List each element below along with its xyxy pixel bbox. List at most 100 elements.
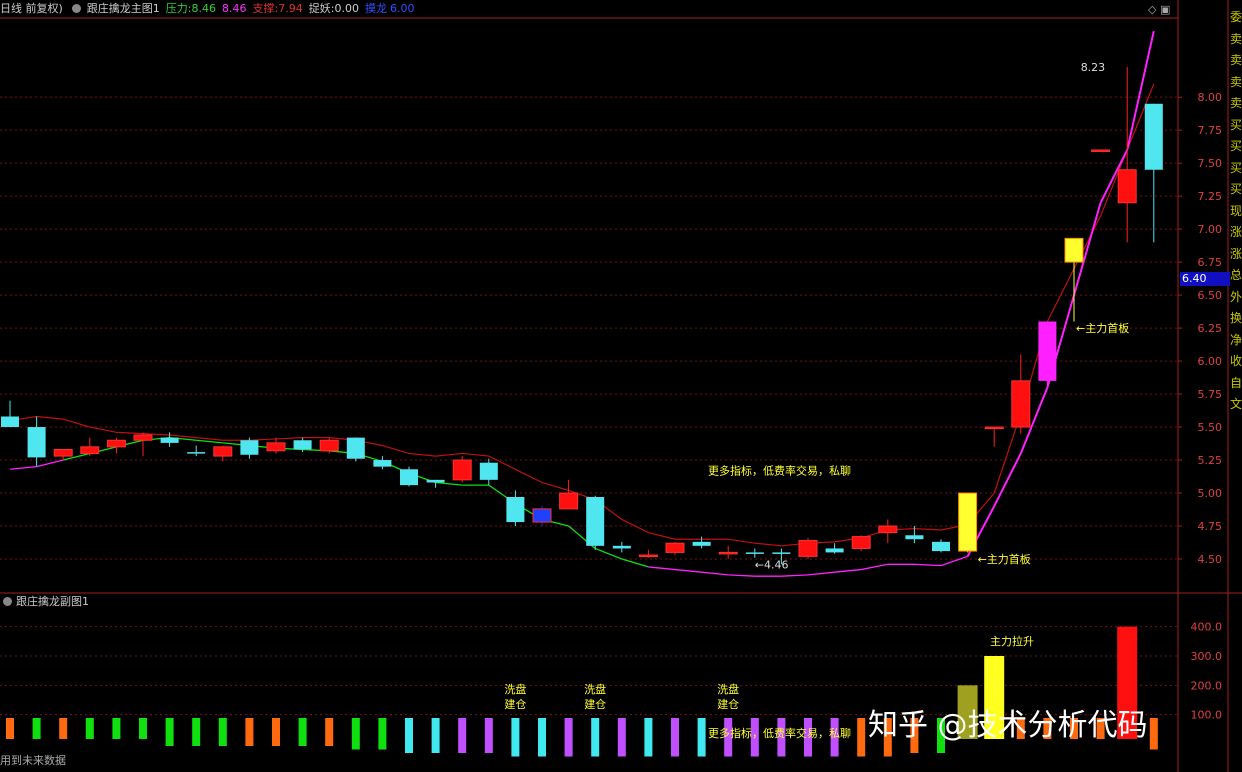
y-tick-label: 5.00 [1198,487,1223,500]
wash-label-2: 建仓 [504,697,526,711]
sub-bar [458,718,467,753]
y-tick-label: 8.00 [1198,91,1223,104]
sub-bar [591,718,600,757]
right-label-char: 收 [1230,354,1242,368]
sub-bar [139,718,147,739]
subpane-title[interactable]: 跟庄擒龙副图1 [16,595,89,608]
indicator-circle-icon[interactable] [71,4,81,13]
candle-body [1144,103,1163,170]
pressure-value: 8.46 [191,2,217,15]
candle-body [798,540,818,557]
candle-body [266,442,286,452]
candle-body [612,545,631,549]
support-line-segment [940,555,968,567]
y-tick-label: 5.25 [1198,454,1223,467]
right-label-char: 总 [1230,268,1242,282]
sub-y-tick-label: 400.0 [1191,621,1223,634]
candle-body [984,426,1004,430]
blue-value: 6.00 [389,2,415,15]
candle-body [373,460,392,467]
right-label-char: 卖 [1230,74,1242,89]
support-value: 7.94 [278,2,303,15]
sub-bar [298,718,307,746]
catch-value: 0.00 [334,2,359,15]
candle-body [1064,237,1084,263]
candle-body [1117,169,1137,204]
y-tick-label: 4.75 [1198,520,1223,533]
support-line-segment [861,563,888,571]
y-tick-label: 7.50 [1198,157,1223,170]
candle-body [106,439,126,448]
candle-body [1091,149,1111,152]
candle-body [1038,321,1057,381]
ambush-annotation: 伏 [992,681,1003,695]
candle-body [319,439,339,452]
wash-label-1: 洗盘 [504,682,526,696]
sub-bar [431,718,440,753]
right-label-char: 委 [1230,10,1242,24]
candle-body [745,552,764,554]
sub-bar [644,718,653,757]
diamond-icon[interactable]: ◇ [1148,3,1156,16]
y-tick-label: 5.50 [1198,421,1223,434]
candle-body [133,434,153,441]
candle-body [80,446,100,454]
candle-body [160,437,179,443]
y-tick-label: 6.25 [1198,322,1223,335]
candle-body [506,496,525,523]
panel-icon[interactable]: ▣ [1160,3,1170,16]
sub-bar [85,718,94,739]
wash-label-2: 建仓 [717,697,739,711]
sub-bar [325,718,334,746]
candle-body [1,416,19,428]
sub-y-tick-label: 300.0 [1191,650,1223,663]
right-label-char: 自 [1230,375,1242,390]
right-label-char: 卖 [1230,53,1242,67]
right-label-char: 卖 [1230,31,1242,46]
wash-label-1: 洗盘 [584,682,606,696]
support-line-segment [9,465,37,470]
y-tick-label: 7.00 [1198,223,1223,236]
right-label-char: 买 [1230,160,1242,175]
right-label-char: 买 [1230,117,1242,132]
main-header: 日线 前复权) 跟庄擒龙主图1 压力:8.46 8.46 支撑:7.94 捉妖:0.00 摸… [0,0,1180,18]
indicator-name[interactable]: 跟庄擒龙主图1 [87,2,160,15]
right-label-char: 涨 [1230,246,1242,261]
support-label: 支撑: [252,2,279,15]
right-label-char: 买 [1230,182,1242,196]
candle-body [293,440,312,450]
sub-bar [511,718,520,757]
candle-body [426,479,445,483]
sub-bar [697,718,706,757]
candle-body [400,469,418,486]
candle-body [905,535,924,540]
support-line-segment [674,568,702,573]
first-board-annotation-1: ←主力首板 [1076,321,1129,335]
candle-body [187,452,206,454]
y-tick-label: 5.75 [1198,388,1223,401]
candle-body [932,541,950,552]
support-line-segment [36,459,64,468]
resistance-line [9,83,1155,547]
future-data-note: 用到未来数据 [0,754,66,767]
candle-body [692,541,711,546]
candle-body [240,440,259,455]
support-line-segment [781,574,809,577]
wash-label-2: 建仓 [584,697,606,711]
subpane-circle-icon[interactable] [3,597,12,606]
sub-bar [245,718,254,746]
support-line-segment [807,571,835,576]
sub-bar [405,718,413,753]
low-annotation: ←4.46 [755,558,789,571]
right-label-char: 外 [1230,289,1242,304]
catch-label: 捉妖: [308,2,335,15]
current-price-tag: 6.40 [1180,272,1230,286]
candle-body [718,551,738,555]
sub-y-tick-label: 100.0 [1191,709,1223,722]
right-label-char: 涨 [1230,225,1242,239]
sub-bar [857,718,866,757]
first-board-annotation-2: ←主力首板 [978,552,1031,566]
candle-body [27,427,46,458]
support-line-segment [728,574,755,577]
support-line-segment [701,571,729,576]
